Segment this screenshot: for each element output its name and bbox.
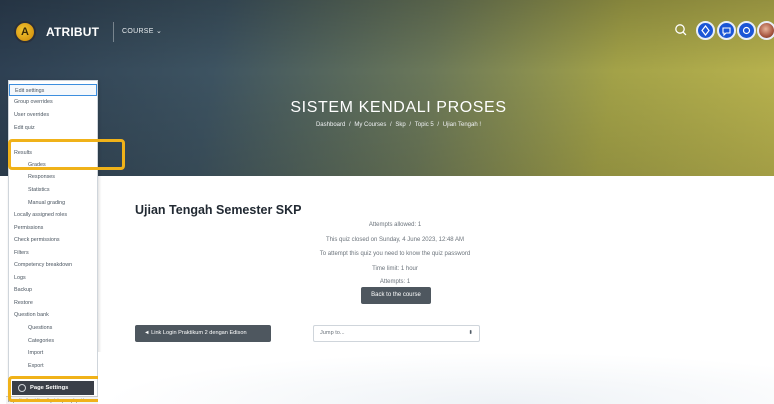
- sidebar-item-restore[interactable]: Restore: [9, 297, 97, 309]
- sidebar-item-permissions[interactable]: Permissions: [9, 222, 97, 234]
- breadcrumb-dashboard[interactable]: Dashboard: [316, 122, 345, 128]
- breadcrumb-my-courses[interactable]: My Courses: [354, 122, 386, 128]
- course-menu[interactable]: COURSE ⌄: [122, 27, 162, 35]
- breadcrumb-topic[interactable]: Topic 5: [415, 122, 434, 128]
- breadcrumb-separator: /: [390, 122, 392, 128]
- breadcrumb-separator: /: [349, 122, 351, 128]
- jump-to-label: Jump to...: [320, 330, 345, 336]
- breadcrumb-separator: /: [437, 122, 440, 128]
- sidebar-item-group-overrides[interactable]: Group overrides: [9, 96, 97, 108]
- jump-to-select[interactable]: Jump to... ⬍: [313, 325, 480, 342]
- sidebar-item-export[interactable]: Export: [9, 360, 97, 372]
- notification-icon[interactable]: [696, 21, 715, 40]
- previous-activity-button[interactable]: ◄ Link Login Praktikum 2 dengan Edison: [135, 325, 271, 342]
- nav-divider: [113, 22, 114, 42]
- sidebar-item-competency-breakdown[interactable]: Competency breakdown: [9, 259, 97, 271]
- results-highlight-box: [8, 139, 125, 170]
- info-time-limit: Time limit: 1 hour: [372, 266, 418, 272]
- sidebar-item-user-overrides[interactable]: User overrides: [9, 109, 97, 121]
- sidebar-item-responses[interactable]: Responses: [9, 171, 97, 183]
- quiz-title: Ujian Tengah Semester SKP: [135, 203, 302, 217]
- logo-icon[interactable]: A: [14, 21, 36, 43]
- breadcrumb-current[interactable]: Ujian Tengah !: [443, 122, 481, 128]
- sidebar-item-locally-assigned-roles[interactable]: Locally assigned roles: [9, 209, 97, 221]
- sidebar-item-edit-settings[interactable]: Edit settings: [9, 84, 97, 96]
- settings-menu: Edit settings Group overrides User overr…: [8, 80, 98, 404]
- logo-letter: A: [21, 26, 29, 38]
- page: A ATRIBUT COURSE ⌄ SISTEM KENDALI PROSES…: [0, 0, 774, 404]
- sidebar-item-import[interactable]: Import: [9, 347, 97, 359]
- breadcrumb-separator: /: [409, 122, 412, 128]
- back-to-course-button[interactable]: Back to the course: [361, 287, 431, 304]
- sidebar-item-backup[interactable]: Backup: [9, 284, 97, 296]
- search-icon[interactable]: [674, 23, 688, 37]
- sidebar-item-categories[interactable]: Categories: [9, 335, 97, 347]
- breadcrumb: Dashboard / My Courses / Skp / Topic 5 /…: [0, 122, 774, 128]
- messages-icon[interactable]: [717, 21, 736, 40]
- top-navbar: A ATRIBUT COURSE ⌄: [0, 14, 774, 48]
- sidebar-item-manual-grading[interactable]: Manual grading: [9, 197, 97, 209]
- chevron-updown-icon: ⬍: [468, 330, 473, 336]
- avatar[interactable]: [757, 21, 774, 40]
- settings-icon[interactable]: [737, 21, 756, 40]
- footer-background: [98, 352, 774, 404]
- info-password-note: To attempt this quiz you need to know th…: [319, 251, 471, 257]
- sidebar-item-question-bank[interactable]: Question bank: [9, 309, 97, 321]
- info-attempts-allowed: Attempts allowed: 1: [368, 222, 422, 228]
- info-attempts: Attempts: 1: [379, 279, 411, 285]
- sidebar-item-logs[interactable]: Logs: [9, 272, 97, 284]
- page-title: SISTEM KENDALI PROSES: [290, 99, 507, 116]
- sidebar-item-questions[interactable]: Questions: [9, 322, 97, 334]
- sidebar-item-check-permissions[interactable]: Check permissions: [9, 234, 97, 246]
- sidebar-item-edit-quiz[interactable]: Edit quiz: [9, 122, 97, 134]
- info-closed-date: This quiz closed on Sunday, 4 June 2023,…: [326, 237, 464, 243]
- breadcrumb-skp[interactable]: Skp: [395, 122, 405, 128]
- sidebar-item-statistics[interactable]: Statistics: [9, 184, 97, 196]
- brand-name[interactable]: ATRIBUT: [46, 25, 99, 39]
- sidebar-item-filters[interactable]: Filters: [9, 247, 97, 259]
